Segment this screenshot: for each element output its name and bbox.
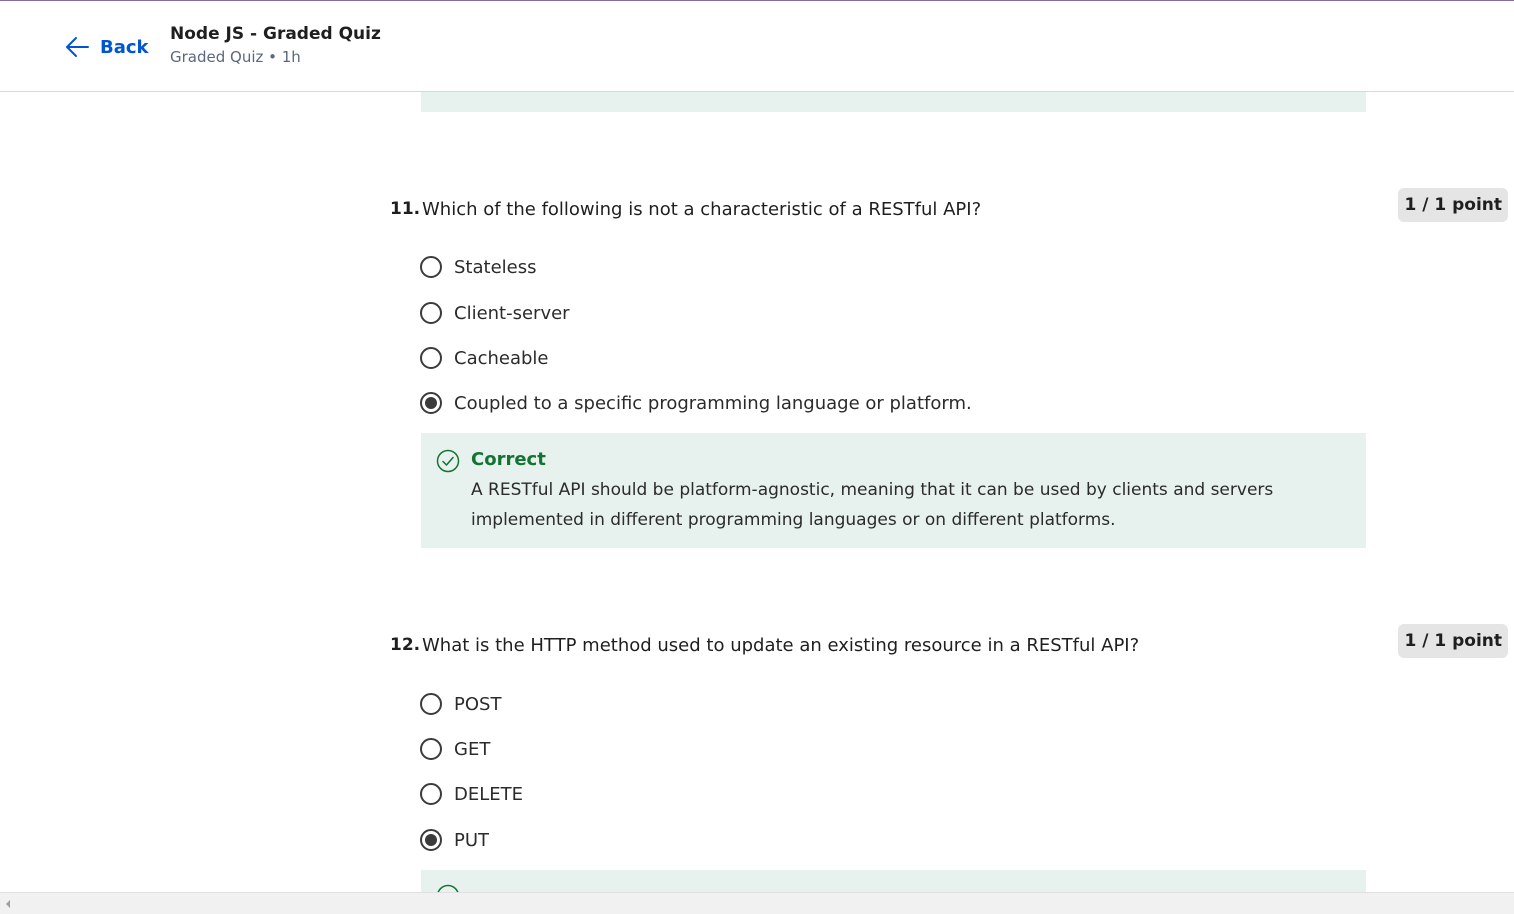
check-circle-icon	[437, 884, 459, 892]
option-label: Client-server	[454, 302, 570, 324]
option-client-server[interactable]: Client-server	[420, 298, 570, 328]
option-label: POST	[454, 693, 502, 715]
horizontal-scrollbar[interactable]	[0, 892, 1514, 914]
radio-button[interactable]	[420, 347, 442, 369]
radio-button[interactable]	[420, 783, 442, 805]
option-label: Cacheable	[454, 347, 549, 369]
correct-feedback-box: Correct A RESTful API should be platform…	[421, 433, 1366, 548]
option-cacheable[interactable]: Cacheable	[420, 343, 549, 373]
option-label: GET	[454, 738, 491, 760]
back-label: Back	[100, 36, 149, 58]
arrow-left-icon	[66, 37, 89, 57]
radio-button-selected[interactable]	[420, 392, 442, 414]
course-title: Node JS - Graded Quiz	[170, 24, 381, 44]
option-get[interactable]: GET	[420, 734, 490, 764]
quiz-content: 11. Which of the following is not a char…	[0, 92, 1514, 892]
scroll-left-icon[interactable]	[4, 899, 12, 909]
option-coupled[interactable]: Coupled to a specific programming langua…	[420, 388, 972, 418]
quiz-header: Back Node JS - Graded Quiz Graded Quiz •…	[0, 1, 1514, 92]
course-subtitle: Graded Quiz • 1h	[170, 48, 301, 66]
check-circle-icon	[436, 449, 460, 473]
question-number: 12.	[390, 635, 421, 655]
question-text: Which of the following is not a characte…	[422, 199, 982, 220]
option-stateless[interactable]: Stateless	[420, 252, 536, 282]
option-post[interactable]: POST	[420, 689, 501, 719]
option-label: PUT	[454, 829, 490, 851]
points-badge: 1 / 1 point	[1398, 624, 1508, 658]
radio-button[interactable]	[420, 256, 442, 278]
previous-feedback-box	[421, 92, 1366, 112]
option-put[interactable]: PUT	[420, 825, 489, 855]
feedback-status: Correct	[471, 449, 546, 470]
radio-button[interactable]	[420, 738, 442, 760]
points-badge: 1 / 1 point	[1398, 188, 1508, 222]
option-delete[interactable]: DELETE	[420, 779, 523, 809]
question-number: 11.	[390, 199, 421, 219]
radio-button[interactable]	[420, 693, 442, 715]
course-titles: Node JS - Graded Quiz Graded Quiz • 1h	[170, 23, 381, 68]
option-label: Stateless	[454, 256, 537, 278]
option-label: DELETE	[454, 783, 524, 805]
radio-button[interactable]	[420, 302, 442, 324]
feedback-explanation: A RESTful API should be platform-agnosti…	[471, 480, 1274, 530]
back-button[interactable]: Back	[64, 33, 149, 61]
option-label: Coupled to a specific programming langua…	[454, 392, 972, 414]
next-feedback-box	[421, 870, 1366, 892]
radio-button-selected[interactable]	[420, 829, 442, 851]
question-text: What is the HTTP method used to update a…	[422, 635, 1140, 656]
